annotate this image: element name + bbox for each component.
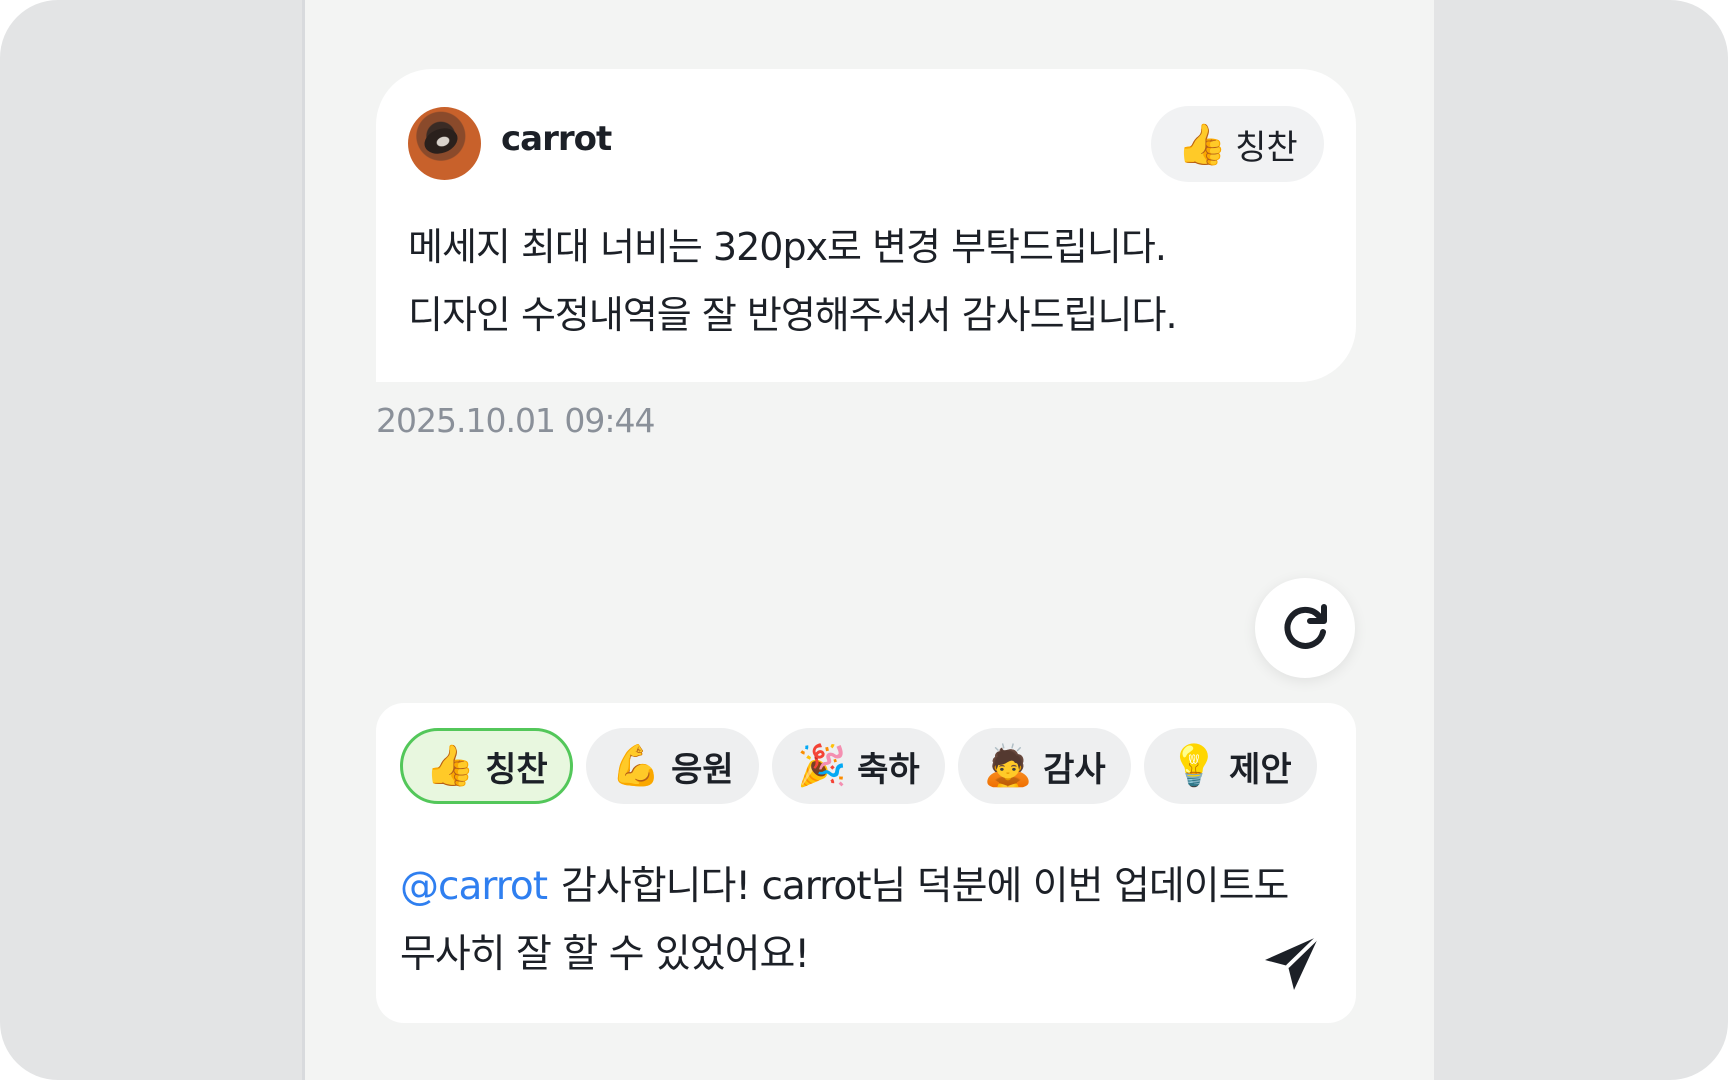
thumbs-up-icon: 👍 (425, 743, 476, 789)
chip-thanks[interactable]: 🙇 감사 (958, 728, 1131, 804)
refresh-icon (1284, 604, 1327, 649)
chip-celebrate[interactable]: 🎉 축하 (772, 728, 945, 804)
chip-cheer[interactable]: 💪 응원 (586, 728, 759, 804)
message-text: 메세지 최대 너비는 320px로 변경 부탁드립니다. 디자인 수정내역을 잘… (408, 213, 1308, 349)
thumbs-up-icon: 👍 (1177, 121, 1228, 168)
app-frame: carrot 👍 칭찬 메세지 최대 너비는 320px로 변경 부탁드립니다.… (0, 0, 1728, 1080)
send-icon (1265, 934, 1321, 990)
message-line: 디자인 수정내역을 잘 반영해주셔서 감사드립니다. (408, 293, 1178, 337)
send-button[interactable] (1259, 932, 1325, 994)
reaction-chip-list: 👍 칭찬 💪 응원 🎉 축하 🙇 감사 💡 제안 (400, 728, 1320, 804)
chip-label: 감사 (1043, 749, 1106, 790)
light-bulb-icon: 💡 (1169, 743, 1220, 789)
mention-tag[interactable]: @carrot (400, 864, 548, 909)
refresh-button[interactable] (1255, 578, 1355, 678)
chip-label: 제안 (1229, 749, 1292, 790)
message-timestamp: 2025.10.01 09:44 (376, 401, 656, 440)
bowing-person-icon: 🙇 (983, 743, 1034, 789)
user-avatar[interactable] (408, 107, 481, 180)
chip-label: 축하 (857, 749, 920, 790)
party-popper-icon: 🎉 (797, 743, 848, 789)
chip-praise[interactable]: 👍 칭찬 (400, 728, 573, 804)
chip-label: 응원 (671, 749, 734, 790)
chip-suggest[interactable]: 💡 제안 (1144, 728, 1317, 804)
composer-input[interactable]: @carrot 감사합니다! carrot님 덕분에 이번 업데이트도 무사히 잘… (400, 853, 1300, 989)
message-username: carrot (501, 119, 612, 159)
message-line: 메세지 최대 너비는 320px로 변경 부탁드립니다. (408, 225, 1167, 269)
message-tag-badge: 👍 칭찬 (1151, 106, 1324, 182)
message-tag-label: 칭찬 (1235, 127, 1298, 168)
chip-label: 칭찬 (485, 749, 548, 790)
flexed-biceps-icon: 💪 (611, 743, 662, 789)
